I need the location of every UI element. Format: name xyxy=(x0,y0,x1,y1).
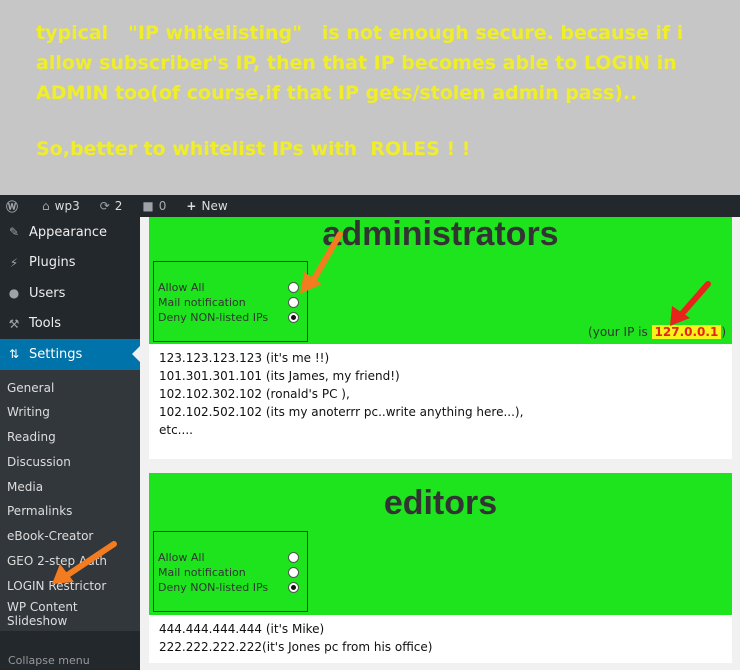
arrow-icon xyxy=(52,541,117,584)
submenu-general[interactable]: General xyxy=(0,376,140,401)
option-label: Mail notification xyxy=(158,296,246,309)
comment-icon: ■ xyxy=(142,199,154,213)
menu-plugins[interactable]: ⚡ Plugins xyxy=(0,248,140,279)
option-label: Mail notification xyxy=(158,566,246,579)
menu-users[interactable]: ● Users xyxy=(0,278,140,309)
admin-bar: Ⓦ ⌂ wp3 ⟳ 2 ■ 0 + New xyxy=(0,195,740,217)
menu-label: Plugins xyxy=(29,255,76,271)
ip-line: 222.222.222.222(it's Jones pc from his o… xyxy=(159,640,433,654)
editors-title: editors xyxy=(383,484,498,522)
new-content-link[interactable]: + New xyxy=(176,199,227,213)
option-label: Deny NON-listed IPs xyxy=(158,581,269,594)
admins-ip-list[interactable]: 123.123.123.123 (it's me !!) 101.301.301… xyxy=(149,344,732,459)
note-line-1: typical "IP whitelisting" is not enough … xyxy=(36,22,690,104)
site-name: wp3 xyxy=(54,199,80,213)
paintbrush-icon: ✎ xyxy=(8,225,20,240)
new-label: New xyxy=(201,199,228,213)
settings-submenu: General Writing Reading Discussion Media… xyxy=(0,369,140,631)
ip-line: 444.444.444.444 (it's Mike) xyxy=(159,622,325,636)
admins-title: administrators xyxy=(322,215,559,253)
collapse-menu[interactable]: Collapse menu xyxy=(0,650,140,670)
wordpress-logo-icon[interactable]: Ⓦ xyxy=(6,198,18,215)
update-icon: ⟳ xyxy=(99,199,110,213)
option-label: Allow All xyxy=(158,281,205,294)
editors-options: Allow All Mail notification Deny NON-lis… xyxy=(153,531,308,612)
home-icon: ⌂ xyxy=(42,199,50,213)
ip-line: 102.102.502.102 (its my anoterrr pc..wri… xyxy=(159,405,524,419)
comments-count: 0 xyxy=(158,199,167,213)
arrow-icon xyxy=(670,281,711,326)
radio-deny-non-listed[interactable] xyxy=(288,582,299,593)
option-label: Deny NON-listed IPs xyxy=(158,311,269,324)
ip-suffix: ) xyxy=(721,325,726,339)
option-mail-notification[interactable]: Mail notification xyxy=(154,295,307,310)
menu-tools[interactable]: ⚒ Tools xyxy=(0,309,140,340)
option-label: Allow All xyxy=(158,551,205,564)
radio-deny-non-listed[interactable] xyxy=(288,312,299,323)
ip-line: 123.123.123.123 (it's me !!) xyxy=(159,351,330,365)
option-allow-all[interactable]: Allow All xyxy=(154,550,307,565)
menu-appearance[interactable]: ✎ Appearance xyxy=(0,217,140,248)
arrow-icon xyxy=(300,231,343,294)
submenu-media[interactable]: Media xyxy=(0,475,140,500)
updates-count: 2 xyxy=(114,199,123,213)
radio-allow-all[interactable] xyxy=(288,552,299,563)
submenu-discussion[interactable]: Discussion xyxy=(0,450,140,475)
submenu-writing[interactable]: Writing xyxy=(0,400,140,425)
submenu-wp-content-slideshow[interactable]: WP Content Slideshow xyxy=(0,599,140,631)
ip-line: 101.301.301.101 (its James, my friend!) xyxy=(159,369,400,383)
wrench-icon: ⚒ xyxy=(8,316,20,331)
menu-label: Settings xyxy=(29,346,83,362)
option-deny-non-listed[interactable]: Deny NON-listed IPs xyxy=(154,580,307,595)
menu-label: Users xyxy=(29,285,66,301)
settings-icon: ⇅ xyxy=(8,347,20,362)
annotation-note: typical "IP whitelisting" is not enough … xyxy=(36,18,726,164)
option-allow-all[interactable]: Allow All xyxy=(154,280,307,295)
main-content: administrators Allow All Mail notificati… xyxy=(140,215,740,670)
note-line-2: So,better to whitelist IPs with ROLES ! … xyxy=(36,138,471,160)
submenu-reading[interactable]: Reading xyxy=(0,425,140,450)
option-deny-non-listed[interactable]: Deny NON-listed IPs xyxy=(154,310,307,325)
ip-line: 102.102.302.102 (ronald's PC ), xyxy=(159,387,350,401)
users-icon: ● xyxy=(8,286,20,301)
submenu-permalinks[interactable]: Permalinks xyxy=(0,499,140,524)
admins-panel: administrators Allow All Mail notificati… xyxy=(149,215,732,344)
option-mail-notification[interactable]: Mail notification xyxy=(154,565,307,580)
admin-sidebar: ✎ Appearance ⚡ Plugins ● Users ⚒ Tools ⇅ Sett… xyxy=(0,217,140,670)
ip-line: etc.... xyxy=(159,423,193,437)
updates-link[interactable]: ⟳ 2 xyxy=(90,199,123,213)
menu-label: Appearance xyxy=(29,224,108,240)
admins-options: Allow All Mail notification Deny NON-lis… xyxy=(153,261,308,342)
ip-prefix: (your IP is xyxy=(588,325,648,339)
plus-icon: + xyxy=(186,199,197,213)
menu-settings[interactable]: ⇅ Settings xyxy=(0,339,140,370)
editors-ip-list[interactable]: 444.444.444.444 (it's Mike) 222.222.222.… xyxy=(149,615,732,663)
radio-mail-notification[interactable] xyxy=(288,567,299,578)
site-name-link[interactable]: ⌂ wp3 xyxy=(28,199,80,213)
radio-mail-notification[interactable] xyxy=(288,297,299,308)
menu-label: Tools xyxy=(29,316,62,332)
editors-panel: editors Allow All Mail notification Deny… xyxy=(149,473,732,615)
plugin-icon: ⚡ xyxy=(9,255,19,270)
comments-link[interactable]: ■ 0 xyxy=(132,199,166,213)
